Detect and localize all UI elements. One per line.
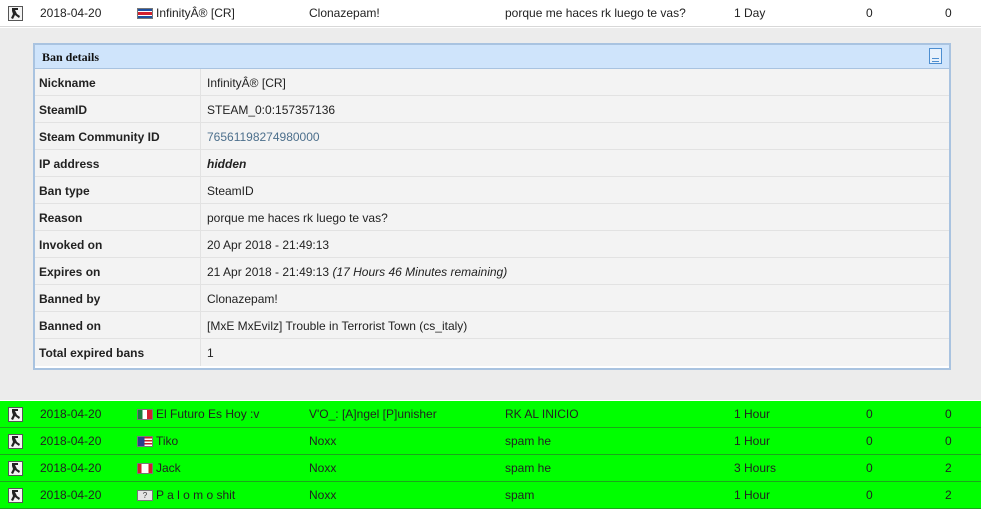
ban-length: 1 Hour [734,434,771,448]
player-name: P a l o m o shit [156,488,236,502]
admin-name: Noxx [309,488,337,502]
ban-date: 2018-04-20 [40,488,102,502]
unknown-flag-icon: ? [137,490,153,501]
detail-row-ban-type: Ban type SteamID [35,177,949,204]
expires-date: 21 Apr 2018 - 21:49:13 [207,265,330,279]
detail-row-banned-by: Banned by Clonazepam! [35,285,949,312]
ban-date: 2018-04-20 [40,461,102,475]
detail-label: Nickname [35,69,201,95]
detail-label: Banned by [35,285,201,311]
game-mod-icon [8,6,23,21]
detail-label: Reason [35,204,201,230]
ban-length: 1 Hour [734,407,771,421]
ban-details-title: Ban details [42,50,100,64]
detail-row-ip: IP address hidden [35,150,949,177]
game-mod-icon [8,488,23,503]
ban-row[interactable]: 2018-04-20 ? P a l o m o shit Noxx spam … [0,482,981,509]
detail-row-expires: Expires on 21 Apr 2018 - 21:49:13 (17 Ho… [35,258,949,285]
comment-count: 0 [866,488,873,502]
detail-row-banned-on: Banned on [MxE MxEvilz] Trouble in Terro… [35,312,949,339]
admin-name: Clonazepam! [309,6,380,20]
game-mod-icon [8,461,23,476]
ban-date: 2018-04-20 [40,407,102,421]
detail-row-invoked: Invoked on 20 Apr 2018 - 21:49:13 [35,231,949,258]
costa-rica-flag-icon [137,8,153,19]
detail-value: SteamID [207,184,254,198]
detail-label: Steam Community ID [35,123,201,149]
detail-value: STEAM_0:0:157357136 [207,103,336,117]
game-mod-icon [8,407,23,422]
ban-reason: porque me haces rk luego te vas? [505,6,686,20]
comment-count: 0 [866,461,873,475]
demo-count: 0 [945,407,952,421]
demo-count: 2 [945,488,952,502]
player-name: InfinityÂ® [CR] [156,6,235,20]
comment-count: 0 [866,407,873,421]
ban-date: 2018-04-20 [40,6,102,20]
detail-label: Expires on [35,258,201,284]
detail-value: 21 Apr 2018 - 21:49:13 (17 Hours 46 Minu… [201,258,507,284]
detail-value: 1 [207,346,214,360]
comment-count: 0 [866,6,873,20]
steam-community-link[interactable]: 76561198274980000 [201,123,320,149]
admin-name: Noxx [309,434,337,448]
ban-details-area: Ban details Nickname InfinityÂ® [CR] Ste… [0,28,981,400]
time-remaining: (17 Hours 46 Minutes remaining) [332,265,508,279]
detail-label: IP address [35,150,201,176]
player-name: El Futuro Es Hoy :v [156,407,260,421]
detail-row-expired-bans: Total expired bans 1 [35,339,949,366]
detail-label: Invoked on [35,231,201,257]
detail-label: Total expired bans [35,339,201,366]
ban-length: 1 Day [734,6,766,20]
ban-row[interactable]: 2018-04-20 Jack Noxx spam he 3 Hours 0 2 [0,455,981,482]
ban-length: 1 Hour [734,488,771,502]
canada-flag-icon [137,463,153,474]
demo-count: 0 [945,6,952,20]
detail-value: 20 Apr 2018 - 21:49:13 [207,238,330,252]
detail-row-reason: Reason porque me haces rk luego te vas? [35,204,949,231]
player-name: Jack [156,461,181,475]
usa-flag-icon [137,436,153,447]
mexico-flag-icon [137,409,153,420]
ban-date: 2018-04-20 [40,434,102,448]
ban-details-panel: Ban details Nickname InfinityÂ® [CR] Ste… [33,43,951,370]
ban-reason: spam he [505,434,552,448]
admin-name: V'O_: [A]ngel [P]unisher [309,407,437,421]
ban-details-header: Ban details [35,45,949,69]
demo-count: 2 [945,461,952,475]
detail-row-community-id: Steam Community ID 76561198274980000 [35,123,949,150]
player-name: Tiko [156,434,179,448]
ban-length: 3 Hours [734,461,777,475]
game-mod-icon [8,434,23,449]
admin-name: Noxx [309,461,337,475]
detail-row-nickname: Nickname InfinityÂ® [CR] [35,69,949,96]
detail-label: Banned on [35,312,201,338]
ban-row[interactable]: 2018-04-20 Tiko Noxx spam he 1 Hour 0 0 [0,428,981,455]
comment-count: 0 [866,434,873,448]
demo-count: 0 [945,434,952,448]
detail-value: porque me haces rk luego te vas? [207,211,388,225]
detail-value: Clonazepam! [207,292,278,306]
detail-label: Ban type [35,177,201,203]
detail-label: SteamID [35,96,201,122]
ban-reason: spam he [505,461,552,475]
detail-value: hidden [207,157,247,171]
detail-value: InfinityÂ® [CR] [207,76,286,90]
ban-reason: spam [505,488,535,502]
document-icon[interactable] [929,48,942,64]
ban-reason: RK AL INICIO [505,407,579,421]
detail-row-steamid: SteamID STEAM_0:0:157357136 [35,96,949,123]
ban-row[interactable]: 2018-04-20 El Futuro Es Hoy :v V'O_: [A]… [0,401,981,428]
detail-value: [MxE MxEvilz] Trouble in Terrorist Town … [207,319,468,333]
ban-row-expanded[interactable]: 2018-04-20 InfinityÂ® [CR] Clonazepam! p… [0,0,981,27]
